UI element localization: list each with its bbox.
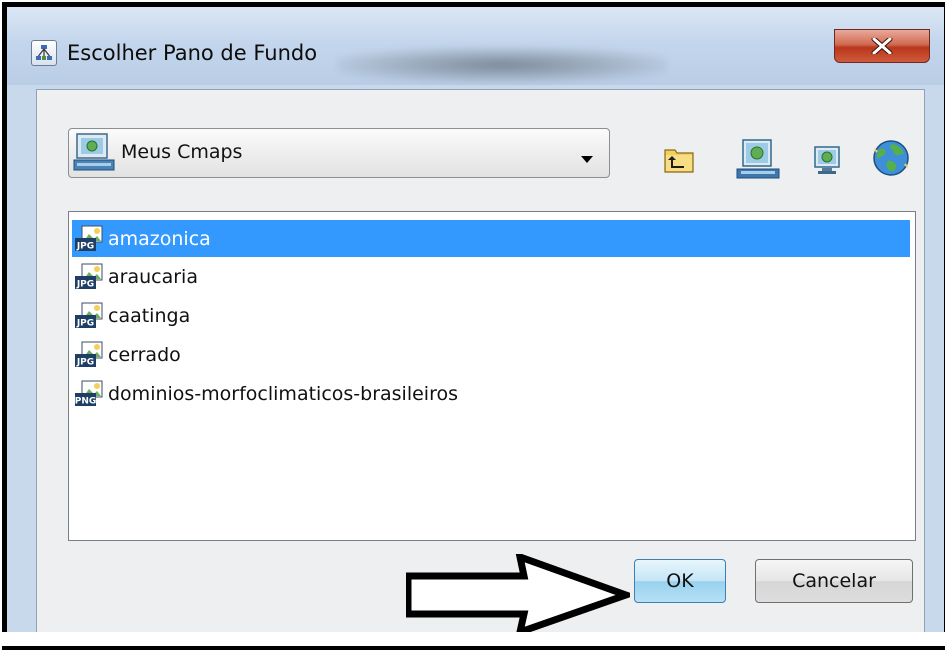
file-name: amazonica [108,228,211,250]
web-button[interactable] [872,139,910,181]
jpg-file-icon: JPG [74,341,104,373]
desktop-button[interactable] [812,145,842,179]
title-bar[interactable]: Escolher Pano de Fundo [7,7,944,85]
jpg-file-icon: JPG [74,302,104,334]
jpg-file-icon: JPG [74,263,104,295]
svg-text:JPG: JPG [76,319,94,329]
close-x-icon [871,38,893,54]
location-label: Meus Cmaps [121,141,243,163]
file-name: cerrado [108,344,181,366]
concept-map-app-icon [31,40,57,66]
computer-icon [73,132,117,178]
svg-text:JPG: JPG [76,242,94,252]
svg-text:PNG: PNG [75,397,97,407]
my-cmaps-button[interactable] [736,138,780,186]
background-blur [337,47,667,83]
chevron-down-icon [581,149,593,168]
file-name: araucaria [108,266,198,288]
cancel-button[interactable]: Cancelar [755,559,913,603]
svg-text:JPG: JPG [76,358,94,368]
cmaps-computer-icon [736,139,780,179]
ok-button[interactable]: OK [634,559,726,603]
list-item[interactable]: JPG amazonica [72,220,910,257]
file-name: caatinga [108,305,191,327]
folder-up-icon [664,149,694,173]
web-globe-icon [873,140,909,176]
list-item[interactable]: JPG araucaria [72,258,910,295]
pointer-arrow-annotation [406,554,630,636]
location-dropdown[interactable]: Meus Cmaps [68,128,610,178]
file-list[interactable]: JPG amazonica JPG araucaria JPG caatinga… [68,211,916,541]
close-button[interactable] [834,29,930,63]
bottom-edge [0,632,945,646]
png-file-icon: PNG [74,380,104,412]
list-item[interactable]: PNG dominios-morfoclimaticos-brasileiros [72,375,910,412]
dialog-title: Escolher Pano de Fundo [67,41,318,65]
file-name: dominios-morfoclimaticos-brasileiros [108,383,458,405]
desktop-icon [814,146,840,174]
folder-up-button[interactable] [664,145,694,177]
list-item[interactable]: JPG cerrado [72,336,910,373]
jpg-file-icon: JPG [74,225,104,257]
list-item[interactable]: JPG caatinga [72,297,910,334]
dialog-window: Escolher Pano de Fundo Meus Cmaps JPG am… [2,2,945,650]
svg-text:JPG: JPG [76,280,94,290]
